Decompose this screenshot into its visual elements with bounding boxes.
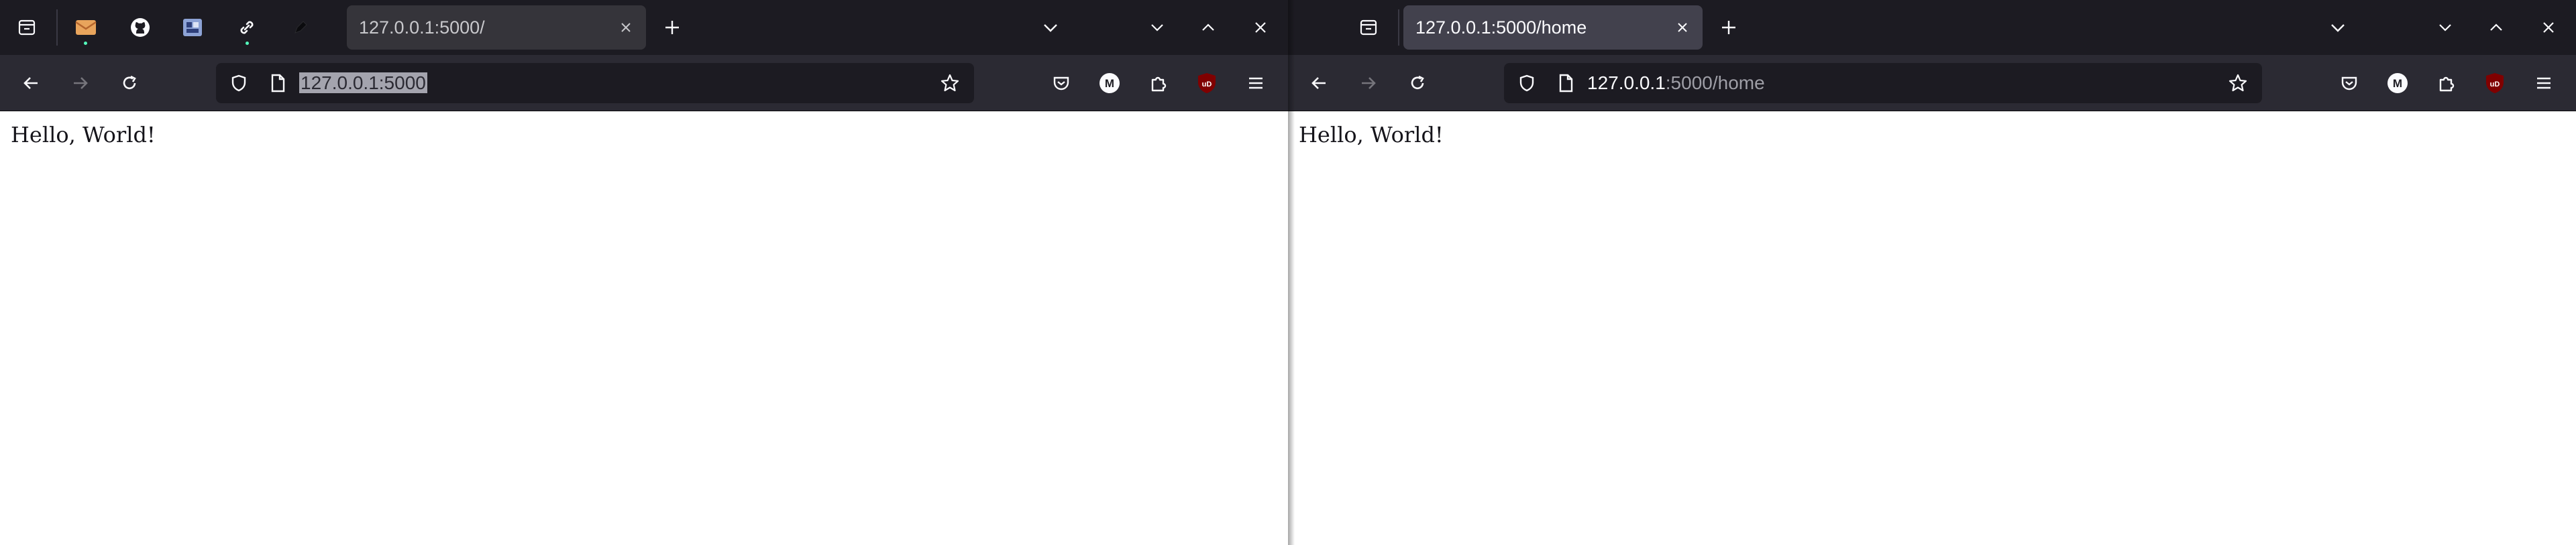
url-text-selected: 127.0.0.1:5000 bbox=[299, 72, 427, 93]
ublock-origin-icon[interactable]: uD bbox=[2476, 64, 2514, 102]
back-icon[interactable] bbox=[12, 64, 50, 102]
tab-home-root[interactable]: 127.0.0.1:5000/ bbox=[347, 5, 646, 50]
bookmark-star-icon[interactable] bbox=[931, 64, 969, 102]
url-bar[interactable]: 127.0.0.1:5000 bbox=[216, 63, 974, 103]
reload-icon[interactable] bbox=[1399, 64, 1436, 102]
account-icon[interactable]: M bbox=[2379, 64, 2416, 102]
new-tab-icon[interactable] bbox=[1710, 9, 1748, 46]
link-icon[interactable] bbox=[228, 9, 266, 46]
notification-dot bbox=[246, 42, 249, 45]
page-content: Hello, World! bbox=[1288, 111, 2576, 545]
pocket-icon[interactable] bbox=[1042, 64, 1080, 102]
minimize-window-icon[interactable] bbox=[2426, 9, 2464, 46]
close-tab-icon[interactable] bbox=[612, 14, 639, 41]
url-input[interactable]: 127.0.0.1:5000/home bbox=[1587, 63, 1765, 103]
list-all-tabs-icon[interactable] bbox=[2319, 9, 2357, 46]
url-path: :5000/home bbox=[1665, 72, 1765, 93]
mail-icon[interactable] bbox=[67, 9, 105, 46]
tracking-protection-shield-icon[interactable] bbox=[220, 64, 258, 102]
forward-icon[interactable] bbox=[1350, 64, 1387, 102]
minimize-window-icon[interactable] bbox=[1138, 9, 1176, 46]
extensions-puzzle-icon[interactable] bbox=[2428, 64, 2465, 102]
maximize-window-icon[interactable] bbox=[2477, 9, 2515, 46]
ublock-origin-icon[interactable]: uD bbox=[1188, 64, 1226, 102]
notification-dot bbox=[84, 42, 87, 45]
app-menu-hamburger-icon[interactable] bbox=[1237, 64, 1275, 102]
url-bar[interactable]: 127.0.0.1:5000/home bbox=[1504, 63, 2262, 103]
close-window-icon[interactable] bbox=[1242, 9, 1279, 46]
tab-bar: 127.0.0.1:5000/ bbox=[0, 0, 1288, 55]
nav-bar: 127.0.0.1:5000/home M uD bbox=[1288, 55, 2576, 111]
firefox-view-icon[interactable] bbox=[1350, 9, 1387, 46]
tab-title: 127.0.0.1:5000/home bbox=[1415, 17, 1587, 38]
pocket-icon[interactable] bbox=[2330, 64, 2368, 102]
forward-icon[interactable] bbox=[62, 64, 99, 102]
page-info-icon[interactable] bbox=[1547, 64, 1585, 102]
tab-home[interactable]: 127.0.0.1:5000/home bbox=[1403, 5, 1703, 50]
firefox-view-icon[interactable] bbox=[8, 9, 46, 46]
maximize-window-icon[interactable] bbox=[1189, 9, 1227, 46]
tab-divider bbox=[56, 9, 58, 46]
app-icon[interactable] bbox=[174, 9, 211, 46]
tab-divider bbox=[1398, 9, 1399, 46]
url-host: 127.0.0.1 bbox=[1587, 72, 1666, 93]
list-all-tabs-icon[interactable] bbox=[1032, 9, 1069, 46]
new-tab-icon[interactable] bbox=[653, 9, 691, 46]
browser-window-left: 127.0.0.1:5000/ 127.0.0.1:5000 M uD Hell… bbox=[0, 0, 1288, 545]
ublock-label: uD bbox=[1202, 80, 1212, 88]
close-tab-icon[interactable] bbox=[1669, 14, 1696, 41]
close-window-icon[interactable] bbox=[2530, 9, 2567, 46]
app-menu-hamburger-icon[interactable] bbox=[2525, 64, 2563, 102]
page-content: Hello, World! bbox=[0, 111, 1288, 545]
pen-icon[interactable] bbox=[282, 9, 319, 46]
tracking-protection-shield-icon[interactable] bbox=[1508, 64, 1546, 102]
bookmark-star-icon[interactable] bbox=[2219, 64, 2257, 102]
tab-title: 127.0.0.1:5000/ bbox=[359, 17, 485, 38]
tab-bar: 127.0.0.1:5000/home bbox=[1288, 0, 2576, 55]
account-initial: M bbox=[1105, 77, 1114, 90]
nav-bar: 127.0.0.1:5000 M uD bbox=[0, 55, 1288, 111]
browser-window-right: 127.0.0.1:5000/home 127.0.0.1:5000/home … bbox=[1288, 0, 2576, 545]
page-info-icon[interactable] bbox=[259, 64, 297, 102]
back-icon[interactable] bbox=[1300, 64, 1338, 102]
account-initial: M bbox=[2393, 77, 2402, 90]
extensions-puzzle-icon[interactable] bbox=[1140, 64, 1177, 102]
github-icon[interactable] bbox=[121, 9, 159, 46]
page-body-text: Hello, World! bbox=[1299, 122, 1444, 147]
ublock-label: uD bbox=[2490, 80, 2500, 88]
account-icon[interactable]: M bbox=[1091, 64, 1128, 102]
url-input[interactable]: 127.0.0.1:5000 bbox=[299, 63, 427, 103]
page-body-text: Hello, World! bbox=[11, 122, 156, 147]
reload-icon[interactable] bbox=[111, 64, 148, 102]
